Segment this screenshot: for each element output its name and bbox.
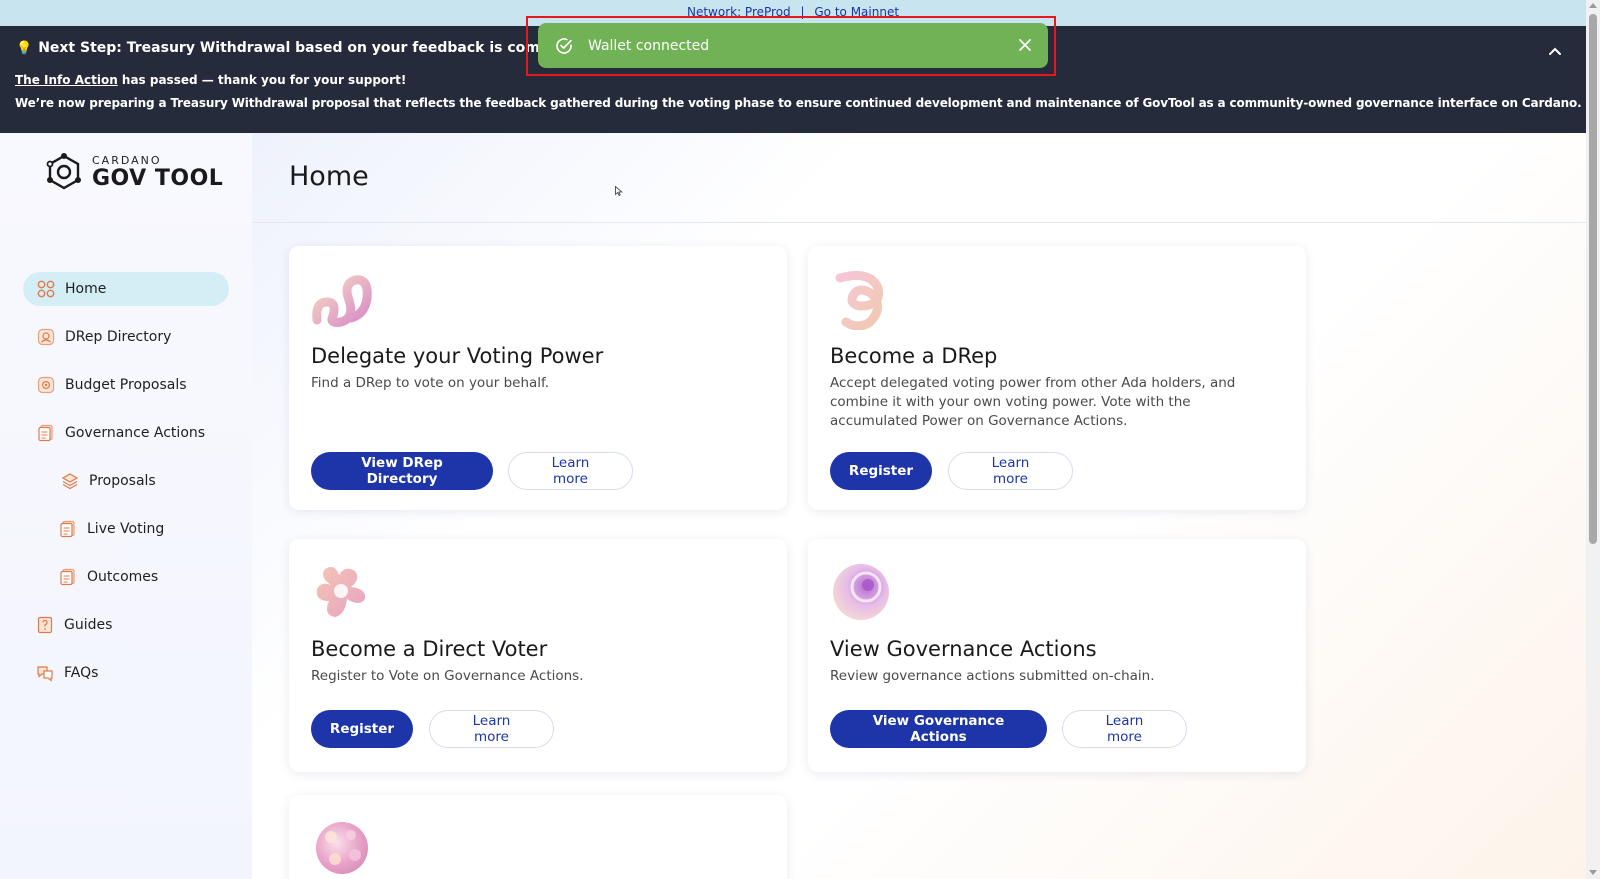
fluffy-sphere-illustration-icon [316, 822, 368, 874]
sidebar: CARDANO GOV TOOL Home DRep Directory Bud… [0, 133, 252, 879]
budget-proposals-icon [37, 376, 55, 394]
sidebar-item-live-voting[interactable]: Live Voting [59, 512, 164, 546]
learn-more-button[interactable]: Learn more [948, 452, 1073, 490]
live-voting-icon [60, 520, 75, 538]
mouse-cursor-icon [615, 186, 623, 196]
card-title: Become a DRep [830, 344, 998, 368]
scroll-up-arrow-icon[interactable] [1589, 3, 1597, 8]
delegate-illustration-icon [312, 275, 372, 327]
banner-line-1: The Info Action has passed — thank you f… [15, 73, 406, 87]
sidebar-item-label: Live Voting [87, 521, 165, 537]
outcomes-icon [60, 568, 75, 586]
main-content: Home Delegate your Voting Power Find a D… [252, 133, 1586, 879]
logo-big-text: GOV TOOL [92, 165, 224, 191]
page-title: Home [289, 161, 369, 192]
sidebar-item-faqs[interactable]: FAQs [36, 656, 98, 690]
card-description: Register to Vote on Governance Actions. [311, 668, 584, 684]
banner-title-text: Next Step: Treasury Withdrawal based on … [38, 40, 608, 56]
toast-message: Wallet connected [588, 37, 710, 54]
governance-actions-icon [38, 424, 53, 442]
card-description: Review governance actions submitted on-c… [830, 668, 1155, 684]
wallet-connected-toast: Wallet connected [538, 23, 1048, 68]
close-icon[interactable] [1016, 36, 1034, 54]
faqs-icon [37, 666, 53, 682]
view-governance-actions-button[interactable]: View Governance Actions [830, 710, 1047, 748]
partial-card [289, 795, 787, 879]
proposals-icon [61, 473, 79, 490]
sidebar-item-label: Guides [64, 617, 113, 633]
page-scrollbar[interactable] [1586, 0, 1600, 879]
learn-more-button[interactable]: Learn more [429, 710, 554, 748]
card-title: Become a Direct Voter [311, 637, 548, 661]
register-drep-button[interactable]: Register [830, 452, 932, 490]
sidebar-item-proposals[interactable]: Proposals [61, 464, 156, 498]
banner-line-1-text: has passed — thank you for your support! [117, 73, 407, 87]
card-title: View Governance Actions [830, 637, 1097, 661]
sidebar-item-guides[interactable]: Guides [36, 608, 112, 642]
logo-small-text: CARDANO [92, 153, 162, 167]
direct-voter-illustration-icon [316, 567, 366, 617]
guides-icon [37, 616, 53, 634]
sidebar-item-drep-directory[interactable]: DRep Directory [37, 320, 171, 354]
collapse-banner-button[interactable] [1544, 40, 1566, 62]
card-title: Delegate your Voting Power [311, 344, 604, 368]
lightbulb-icon: 💡 [16, 40, 33, 56]
delegate-card: Delegate your Voting Power Find a DRep t… [289, 246, 787, 510]
sidebar-item-label: FAQs [64, 665, 99, 681]
sidebar-item-label: Budget Proposals [65, 377, 187, 393]
page-header: Home [252, 133, 1586, 223]
gov-tool-logo-icon [46, 153, 81, 190]
sidebar-item-outcomes[interactable]: Outcomes [59, 560, 158, 594]
sidebar-item-label: Proposals [89, 473, 156, 489]
sidebar-item-home[interactable]: Home [23, 272, 229, 306]
direct-voter-card: Become a Direct Voter Register to Vote o… [289, 539, 787, 772]
become-drep-illustration-icon [835, 271, 884, 330]
check-circle-icon [556, 37, 572, 54]
info-action-link[interactable]: The Info Action [15, 73, 118, 87]
governance-actions-illustration-icon [833, 564, 889, 620]
learn-more-button[interactable]: Learn more [508, 452, 633, 490]
view-drep-directory-button[interactable]: View DRep Directory [311, 452, 493, 490]
banner-line-2: We’re now preparing a Treasury Withdrawa… [15, 96, 1582, 110]
drep-directory-icon [37, 328, 55, 346]
chevron-up-icon [1549, 47, 1561, 55]
home-grid-icon [37, 280, 55, 298]
card-description: Accept delegated voting power from other… [830, 375, 1236, 429]
become-drep-card: Become a DRep Accept delegated voting po… [808, 246, 1306, 510]
gov-tool-logo[interactable]: CARDANO GOV TOOL [44, 153, 223, 191]
register-direct-voter-button[interactable]: Register [311, 710, 413, 748]
sidebar-item-label: DRep Directory [65, 329, 172, 345]
card-description: Find a DRep to vote on your behalf. [311, 375, 550, 391]
scroll-thumb[interactable] [1589, 14, 1597, 544]
sidebar-item-budget-proposals[interactable]: Budget Proposals [37, 368, 187, 402]
banner-title: 💡 Next Step: Treasury Withdrawal based o… [16, 40, 607, 56]
sidebar-item-governance-actions[interactable]: Governance Actions [37, 416, 205, 450]
sidebar-item-label: Outcomes [87, 569, 159, 585]
sidebar-item-label: Home [65, 281, 107, 297]
sidebar-item-label: Governance Actions [65, 425, 206, 441]
learn-more-button[interactable]: Learn more [1062, 710, 1187, 748]
view-governance-actions-card: View Governance Actions Review governanc… [808, 539, 1306, 772]
scroll-down-arrow-icon[interactable] [1589, 870, 1597, 875]
